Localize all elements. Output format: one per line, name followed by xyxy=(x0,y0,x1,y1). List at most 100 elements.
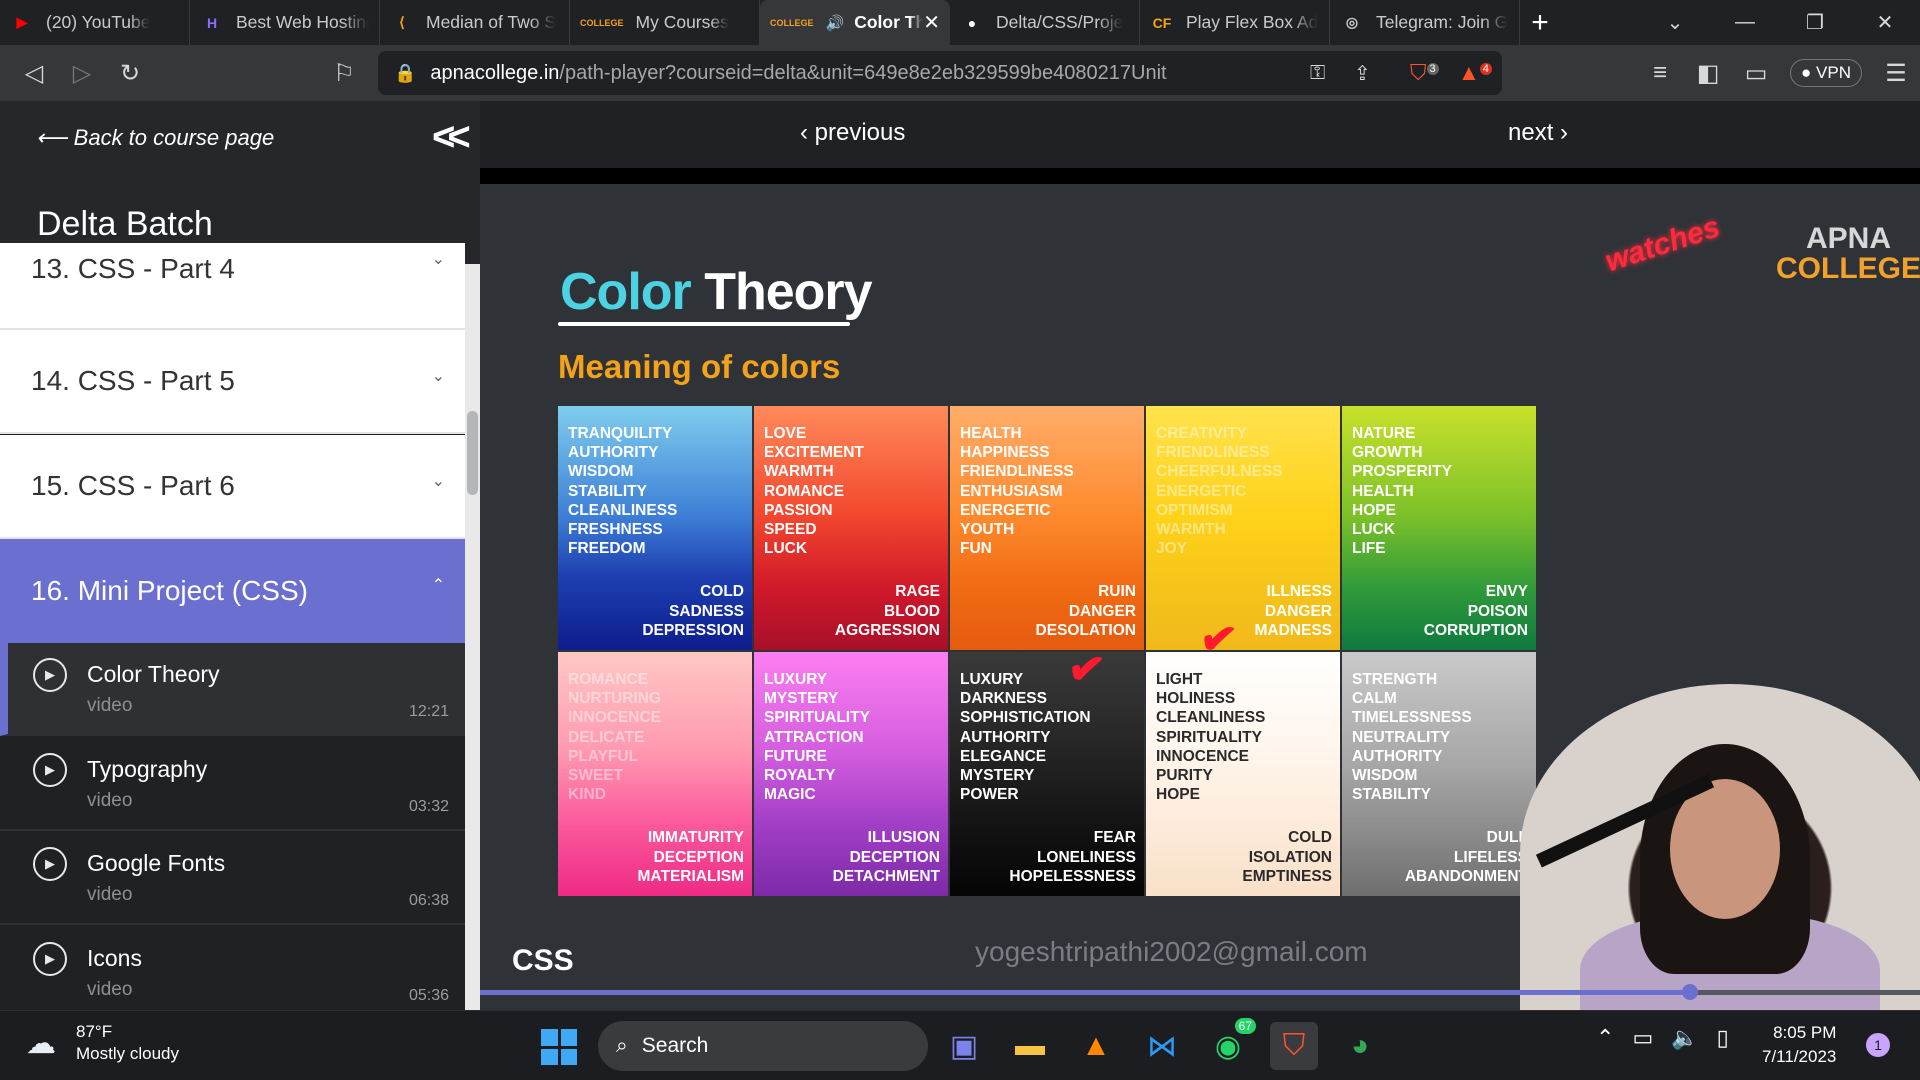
meaning-word: RUIN xyxy=(1098,583,1136,601)
meaning-word: LOVE xyxy=(764,425,807,442)
lesson-item[interactable]: ▶ Color Theory video 12:21 xyxy=(0,643,465,736)
collapse-sidebar-icon[interactable]: << xyxy=(432,115,471,160)
color-cell: CREATIVITY FRIENDLINESS CHEERFULNESS ENERGE… xyxy=(1146,406,1340,650)
tab[interactable]: ▶ (20) YouTube xyxy=(0,0,190,45)
menu-icon[interactable]: ☰ xyxy=(1872,49,1920,97)
brave-rewards-icon[interactable]: ▲ 4 xyxy=(1458,60,1492,86)
meaning-word: AGGRESSION xyxy=(834,621,940,639)
next-button[interactable]: next › xyxy=(1508,119,1568,147)
shields-count: 3 xyxy=(1426,62,1439,75)
meaning-word: FRESHNESS xyxy=(568,521,663,539)
lock-icon[interactable]: 🔒 xyxy=(394,63,416,84)
meaning-word: ILLUSION xyxy=(867,829,940,847)
restore-button[interactable]: ❐ xyxy=(1780,10,1850,35)
whatsapp-icon[interactable]: ◉ 67 xyxy=(1204,1018,1256,1070)
speaker-icon[interactable]: 🔊 xyxy=(826,14,845,32)
tab[interactable]: ⟨ Median of Two S xyxy=(380,0,570,45)
progress-handle[interactable] xyxy=(1681,984,1698,1000)
sidebar-scrollbar[interactable] xyxy=(465,264,480,1010)
brave-shields-icon[interactable]: ⛉ 3 xyxy=(1410,60,1439,86)
tab[interactable]: CF Play Flex Box Ad xyxy=(1140,0,1330,45)
reload-button[interactable]: ↻ xyxy=(106,49,154,97)
tab[interactable]: COLLEGE My Courses xyxy=(570,0,760,45)
meaning-word: DEPRESSION xyxy=(642,621,744,639)
positive-meanings: HEALTH HAPPINESS FRIENDLINESS ENTHUSIASM ENE… xyxy=(960,424,1134,558)
close-window-button[interactable]: ✕ xyxy=(1850,10,1920,35)
section-css-part-5[interactable]: 14. CSS - Part 5 ⌄ xyxy=(0,330,465,434)
lesson-item[interactable]: ▶ Typography video 03:32 xyxy=(0,738,465,831)
meaning-word: NURTURING xyxy=(568,690,661,708)
file-explorer-icon[interactable]: ▬ xyxy=(1006,1022,1054,1070)
forward-button[interactable]: ▷ xyxy=(58,49,106,97)
lesson-duration: 03:32 xyxy=(408,798,449,815)
tab[interactable]: ● Delta/CSS/Proje xyxy=(950,0,1140,45)
apna-college-icon: COLLEGE xyxy=(770,17,814,28)
tab-active[interactable]: COLLEGE 🔊 Color The✕ xyxy=(760,0,950,45)
meaning-word: HOLINESS xyxy=(1156,690,1236,708)
color-cell: ROMANCE NURTURING INNOCENCE DELICATE PLAYFUL… xyxy=(558,652,752,896)
taskbar-search[interactable]: ⌕ Search xyxy=(598,1021,928,1071)
lesson-item[interactable]: ▶ Google Fonts video 06:38 xyxy=(0,832,465,925)
lesson-kind: video xyxy=(87,695,133,716)
tab[interactable]: H Best Web Hosting xyxy=(190,0,380,45)
tab[interactable]: ◎ Telegram: Join G xyxy=(1330,0,1520,45)
apna-college-logo: APNA COLLEGE xyxy=(1776,224,1920,284)
tab-label: Color The xyxy=(854,12,924,32)
back-to-course-link[interactable]: ⟵ Back to course page xyxy=(36,125,274,151)
browser-toolbar: ◁ ▷ ↻ ⚐ 🔒 apnacollege.in/path-player?cou… xyxy=(0,45,1920,101)
url-text[interactable]: apnacollege.in/path-player?courseid=delt… xyxy=(430,62,1166,85)
negative-meanings: ILLNESS DANGER MADNESS xyxy=(1254,582,1332,640)
clock[interactable]: 8:05 PM 7/11/2023 xyxy=(1762,1021,1836,1069)
key-icon[interactable]: ⚿ xyxy=(1310,62,1325,85)
github-icon: ● xyxy=(967,14,977,31)
share-icon[interactable]: ⇪ xyxy=(1354,61,1371,86)
bookmark-icon[interactable]: ⚐ xyxy=(320,49,368,97)
lesson-title: Google Fonts xyxy=(87,850,226,876)
section-mini-project[interactable]: 16. Mini Project (CSS) ⌃ xyxy=(0,539,465,643)
meaning-word: MAGIC xyxy=(764,786,816,804)
chevron-up-icon[interactable]: ⌃ xyxy=(1596,1025,1614,1051)
back-button[interactable]: ◁ xyxy=(10,49,58,97)
meaning-word: JOY xyxy=(1156,540,1188,558)
lesson-item[interactable]: ▶ Icons video 05:36 xyxy=(0,927,465,1010)
notification-badge[interactable]: 1 xyxy=(1866,1033,1890,1057)
color-cell: NATURE GROWTH PROSPERITY HEALTH HOPE LUCK LIFE… xyxy=(1342,406,1536,650)
playlist-icon[interactable]: ≡ xyxy=(1636,49,1684,97)
weather-widget[interactable]: ☁ 87°F Mostly cloudy xyxy=(26,1021,179,1065)
negative-meanings: RUIN DANGER DESOLATION xyxy=(1036,582,1136,640)
vlc-icon[interactable]: ▲ xyxy=(1072,1022,1120,1070)
meet-icon[interactable]: ▣ xyxy=(940,1022,988,1070)
section-css-part-6[interactable]: 15. CSS - Part 6 ⌄ xyxy=(0,435,465,539)
video-player[interactable]: Color Theory Meaning of colors watches A… xyxy=(480,168,1920,1010)
sidebar-scroll-thumb[interactable] xyxy=(467,411,478,495)
meaning-word: DANGER xyxy=(1264,602,1332,620)
meaning-word: YOUTH xyxy=(960,521,1015,539)
windows-start-icon[interactable] xyxy=(541,1029,577,1065)
meaning-word: AUTHORITY xyxy=(568,444,659,462)
minimize-button[interactable]: — xyxy=(1710,11,1780,34)
volume-icon[interactable]: 🔈 xyxy=(1671,1025,1698,1051)
vpn-button[interactable]: ● VPN xyxy=(1790,59,1862,87)
tab-search-icon[interactable]: ⌄ xyxy=(1640,10,1710,35)
close-tab-icon[interactable]: ✕ xyxy=(923,10,940,35)
vscode-icon[interactable]: ⋈ xyxy=(1138,1022,1186,1070)
network-icon[interactable]: ▭ xyxy=(1632,1025,1653,1051)
address-bar[interactable]: 🔒 apnacollege.in/path-player?courseid=de… xyxy=(378,51,1502,95)
slide-footer: CSS xyxy=(512,944,574,977)
chrome-icon[interactable]: ◕ xyxy=(1336,1022,1384,1070)
battery-icon[interactable]: ▯ xyxy=(1717,1025,1729,1051)
meaning-word: WISDOM xyxy=(1352,767,1418,785)
new-tab-button[interactable]: + xyxy=(1520,6,1560,40)
meaning-word: GROWTH xyxy=(1352,444,1423,462)
meaning-word: HEALTH xyxy=(960,425,1022,442)
sidebar-toggle-icon[interactable]: ◧ xyxy=(1684,49,1732,97)
wallet-icon[interactable]: ▭ xyxy=(1732,49,1780,97)
previous-button[interactable]: ‹ previous xyxy=(800,119,905,147)
meaning-word: MATERIALISM xyxy=(637,867,744,885)
meaning-word: DELICATE xyxy=(568,728,645,746)
section-css-part-4[interactable]: 13. CSS - Part 4 ⌄ xyxy=(0,243,465,330)
meaning-word: NEUTRALITY xyxy=(1352,728,1451,746)
tab-label: Telegram: Join G xyxy=(1376,12,1509,32)
brave-icon[interactable]: ⛉ xyxy=(1270,1022,1318,1070)
chevron-up-icon: ⌃ xyxy=(431,577,445,594)
